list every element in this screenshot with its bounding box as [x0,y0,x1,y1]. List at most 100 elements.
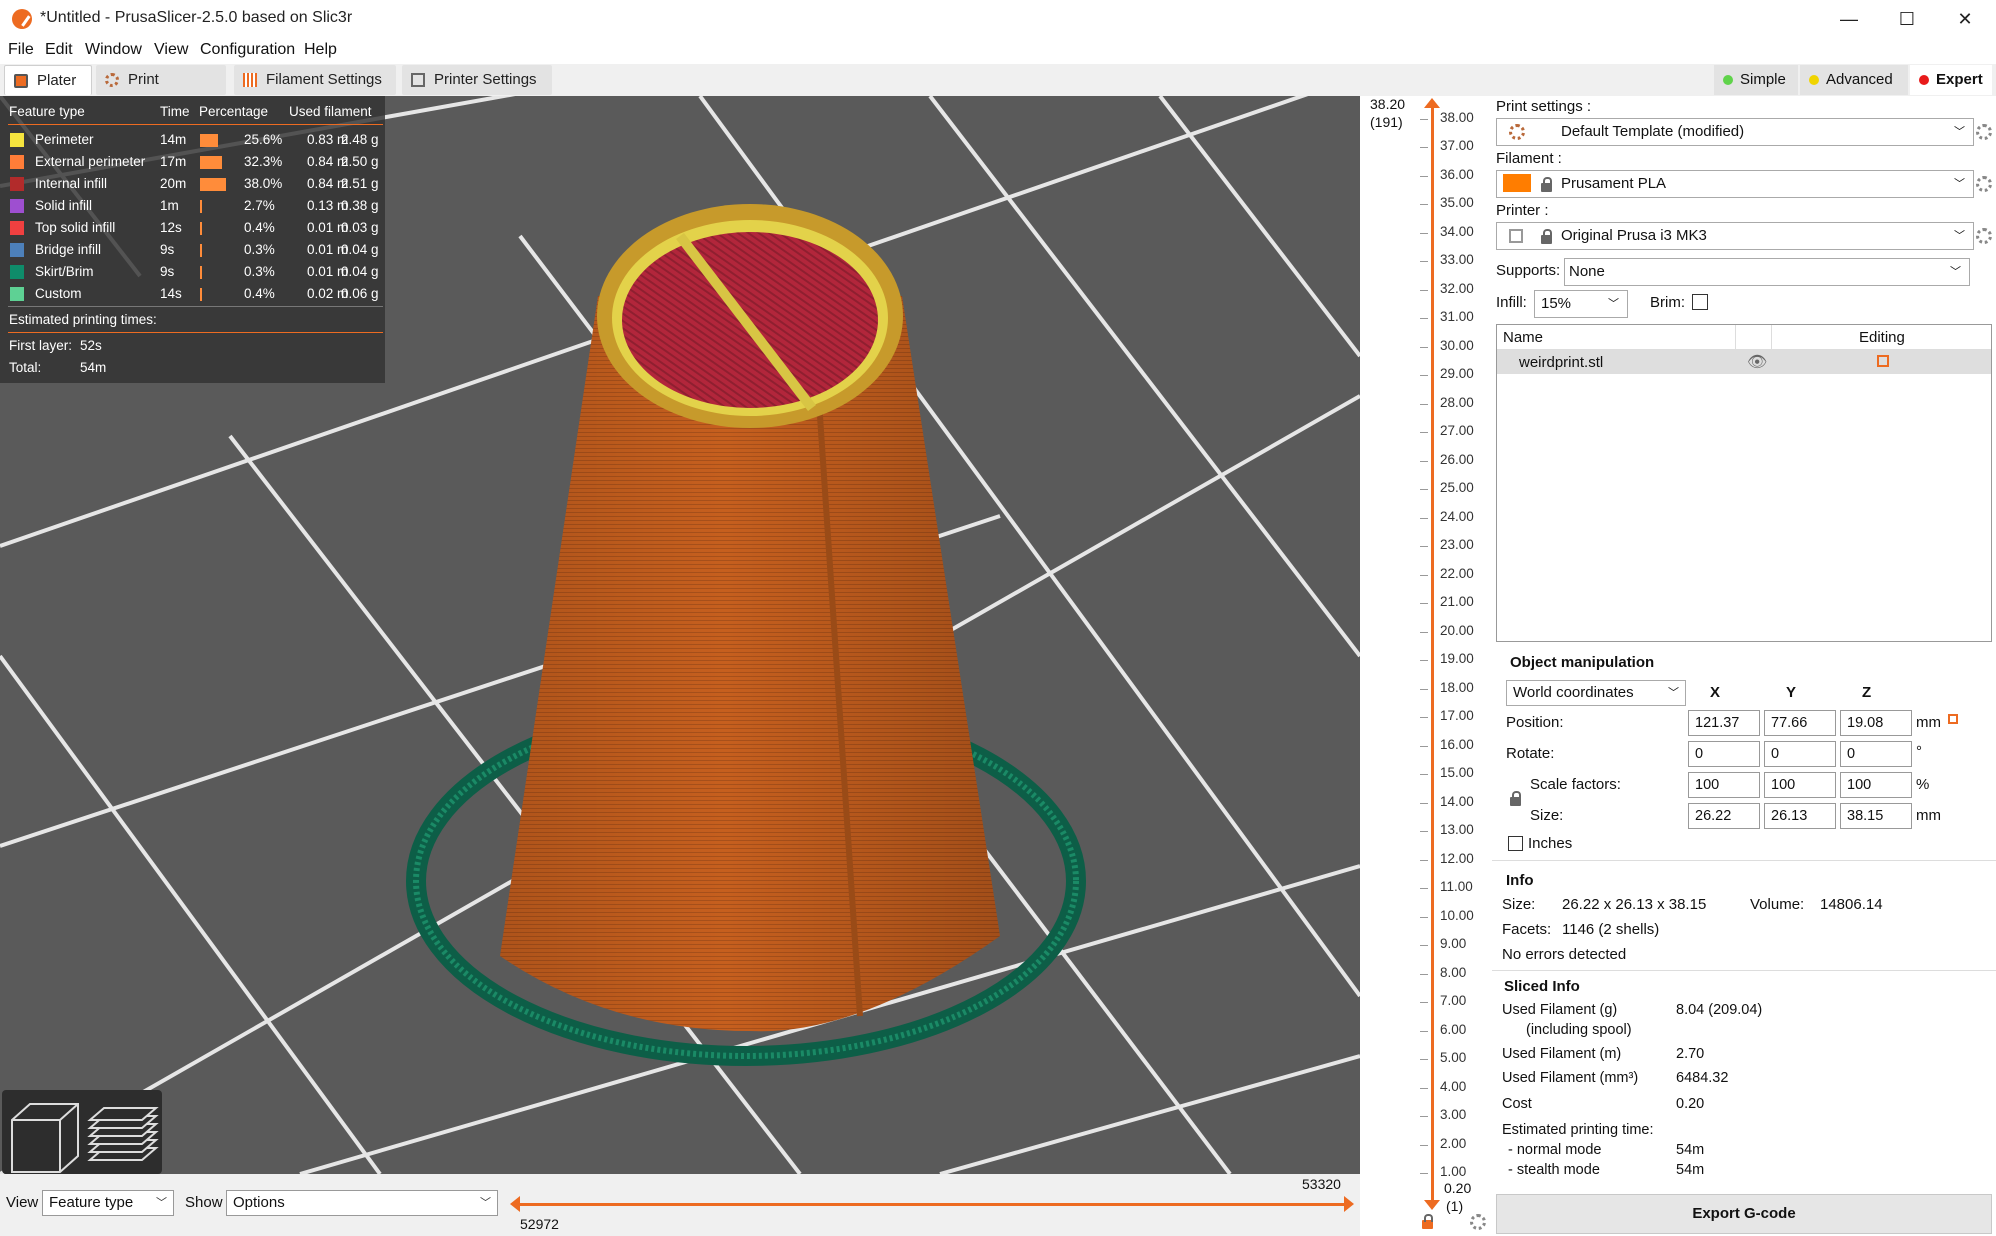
legend-weight: 0.38 g [341,198,379,213]
vslider-lock-icon[interactable] [1422,1214,1433,1229]
vslider-tick-mark [1420,518,1428,519]
legend-color-swatch [10,221,24,235]
vslider-tick-label: 3.00 [1440,1107,1467,1122]
layers-stack-icon[interactable] [87,1107,159,1161]
printer-icon [411,73,425,87]
legend-row[interactable]: Top solid infill 12s 0.4% 0.01 m 0.03 g [0,218,385,240]
rotate-x-input[interactable]: 0 [1688,741,1760,767]
menu-help[interactable]: Help [304,41,337,59]
printer-edit-icon[interactable] [1976,228,1992,244]
horizontal-move-slider[interactable] [518,1203,1346,1206]
maximize-button[interactable]: ☐ [1878,0,1936,38]
size-y-input[interactable]: 26.13 [1764,803,1836,829]
legend-row[interactable]: External perimeter 17m 32.3% 0.84 m 2.50 g [0,152,385,174]
close-button[interactable]: ✕ [1936,0,1994,38]
menu-edit[interactable]: Edit [45,41,73,59]
vslider-bottom-thumb[interactable] [1424,1200,1440,1210]
legend-row[interactable]: Perimeter 14m 25.6% 0.83 m 2.48 g [0,130,385,152]
vslider-tick-label: 32.00 [1440,281,1474,296]
size-x-input[interactable]: 26.22 [1688,803,1760,829]
mode-advanced-button[interactable]: Advanced [1800,65,1908,95]
legend-percentage: 0.4% [244,220,275,235]
object-list-header: Name Editing [1497,325,1991,350]
legend-feature-name: Internal infill [35,176,108,191]
vslider-track[interactable] [1431,108,1434,1200]
position-z-input[interactable]: 19.08 [1840,710,1912,736]
infill-select[interactable]: 15% ﹀ [1534,290,1628,318]
legend-row[interactable]: Solid infill 1m 2.7% 0.13 m 0.38 g [0,196,385,218]
legend-time: 9s [160,264,175,279]
legend-row[interactable]: Custom 14s 0.4% 0.02 m 0.06 g [0,284,385,306]
mode-expert-button[interactable]: Expert [1910,65,1992,95]
drop-to-bed-icon[interactable] [1948,714,1958,724]
position-x-input[interactable]: 121.37 [1688,710,1760,736]
horizontal-slider-left-thumb[interactable] [510,1196,520,1212]
vslider-tick-label: 34.00 [1440,224,1474,239]
supports-select[interactable]: None ﹀ [1564,258,1970,286]
filament-select[interactable]: Prusament PLA ﹀ [1496,170,1974,198]
vslider-tick-mark [1420,660,1428,661]
vslider-tick-label: 28.00 [1440,395,1474,410]
object-list[interactable]: Name Editing weirdprint.stl 👁 [1496,324,1992,642]
vslider-tick-mark [1420,1059,1428,1060]
vertical-layer-slider[interactable]: 38.20 (191) 38.00 37.00 36.00 35.00 34.00 33.… [1360,96,1492,1236]
horizontal-slider-right-thumb[interactable] [1344,1196,1354,1212]
tab-printer-settings[interactable]: Printer Settings [402,65,552,95]
sliced-info-label: (including spool) [1526,1022,1632,1038]
legend-time: 20m [160,176,187,191]
vslider-top-thumb[interactable] [1424,98,1440,108]
menu-configuration[interactable]: Configuration [200,41,295,59]
lock-icon [1541,177,1552,192]
inches-checkbox[interactable] [1508,836,1523,851]
print-settings-edit-icon[interactable] [1976,124,1992,140]
legend-color-swatch [10,287,24,301]
export-gcode-button[interactable]: Export G-code [1496,1194,1992,1234]
menu-view[interactable]: View [154,41,188,59]
position-label: Position: [1506,714,1564,731]
print-settings-select[interactable]: Default Template (modified) ﹀ [1496,118,1974,146]
menu-file[interactable]: File [8,41,34,59]
view-type-select[interactable]: Feature type ﹀ [42,1190,174,1216]
scale-y-input[interactable]: 100 [1764,772,1836,798]
scale-lock-icon[interactable] [1510,791,1521,806]
legend-row[interactable]: Skirt/Brim 9s 0.3% 0.01 m 0.04 g [0,262,385,284]
object-row[interactable]: weirdprint.stl 👁 [1497,350,1991,374]
eye-icon[interactable]: 👁 [1747,352,1767,372]
mode-simple-button[interactable]: Simple [1714,65,1798,95]
legend-color-swatch [10,265,24,279]
vslider-tick-mark [1420,746,1428,747]
sliced-info-value: 8.04 (209.04) [1676,1002,1763,1018]
tab-plater[interactable]: Plater [4,65,92,95]
coordinates-select[interactable]: World coordinates ﹀ [1506,680,1686,706]
3d-view-cube-icon[interactable] [11,1103,79,1173]
vslider-tick-label: 22.00 [1440,566,1474,581]
tab-filament-settings[interactable]: Filament Settings [234,65,396,95]
filament-edit-icon[interactable] [1976,176,1992,192]
scale-x-input[interactable]: 100 [1688,772,1760,798]
tab-print-settings[interactable]: Print Settings [96,65,226,118]
vslider-tick-mark [1420,461,1428,462]
size-z-input[interactable]: 38.15 [1840,803,1912,829]
sliced-info-title: Sliced Info [1504,978,1580,995]
menu-window[interactable]: Window [85,41,142,59]
vslider-cog-icon[interactable] [1470,1214,1486,1230]
legend-row[interactable]: Bridge infill 9s 0.3% 0.01 m 0.04 g [0,240,385,262]
printer-select[interactable]: Original Prusa i3 MK3 ﹀ [1496,222,1974,250]
vslider-top-layer: (191) [1370,114,1403,130]
rotate-z-input[interactable]: 0 [1840,741,1912,767]
legend-time: 1m [160,198,179,213]
info-volume-label: Volume: [1750,896,1805,913]
scale-z-input[interactable]: 100 [1840,772,1912,798]
rotate-y-input[interactable]: 0 [1764,741,1836,767]
edit-object-icon[interactable] [1877,355,1889,367]
vslider-tick-mark [1420,831,1428,832]
legend-row[interactable]: Internal infill 20m 38.0% 0.84 m 2.51 g [0,174,385,196]
minimize-button[interactable]: — [1820,0,1878,38]
show-options-select[interactable]: Options ﹀ [226,1190,498,1216]
filament-color-swatch[interactable] [1503,174,1531,192]
vslider-tick-mark [1420,204,1428,205]
position-y-input[interactable]: 77.66 [1764,710,1836,736]
vslider-tick-label: 35.00 [1440,195,1474,210]
gear-icon [105,73,119,87]
brim-checkbox[interactable] [1692,294,1708,310]
